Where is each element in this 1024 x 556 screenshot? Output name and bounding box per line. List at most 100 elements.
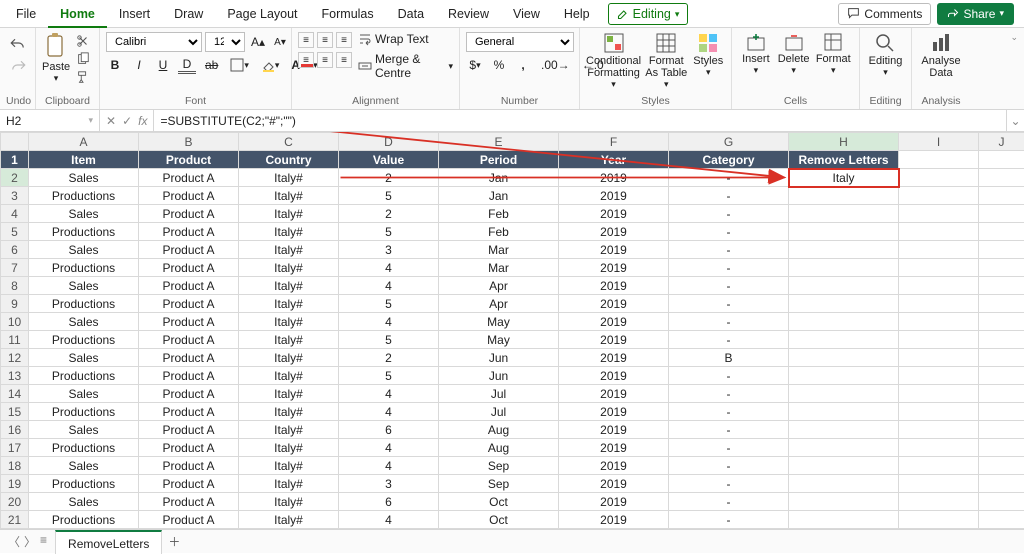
cell[interactable]: 5 xyxy=(339,187,439,205)
cell[interactable]: 4 xyxy=(339,259,439,277)
select-all-corner[interactable] xyxy=(1,133,29,151)
cell[interactable]: 2019 xyxy=(559,457,669,475)
cell[interactable]: Product A xyxy=(139,223,239,241)
cell[interactable]: Italy# xyxy=(239,439,339,457)
cell[interactable]: Italy# xyxy=(239,313,339,331)
cell[interactable]: May xyxy=(439,313,559,331)
cell[interactable]: Product A xyxy=(139,277,239,295)
font-size-select[interactable]: 12 xyxy=(205,32,245,52)
share-button[interactable]: Share ▾ xyxy=(937,3,1014,25)
cell[interactable]: - xyxy=(669,295,789,313)
cell[interactable]: Italy# xyxy=(239,421,339,439)
header-cell[interactable]: Category xyxy=(669,151,789,169)
cell[interactable]: Product A xyxy=(139,259,239,277)
cell[interactable] xyxy=(899,385,979,403)
cell[interactable] xyxy=(979,205,1024,223)
borders-button[interactable]: ▾ xyxy=(227,56,252,74)
cell[interactable] xyxy=(789,277,899,295)
cell[interactable] xyxy=(979,349,1024,367)
cell[interactable]: Product A xyxy=(139,439,239,457)
row-header[interactable]: 9 xyxy=(1,295,29,313)
currency-icon[interactable]: $▾ xyxy=(466,56,484,74)
header-cell[interactable] xyxy=(899,151,979,169)
number-format-select[interactable]: General xyxy=(466,32,574,52)
cell[interactable]: Sales xyxy=(29,385,139,403)
insert-cells-button[interactable]: Insert▾ xyxy=(738,32,774,76)
cell[interactable] xyxy=(979,295,1024,313)
tab-page-layout[interactable]: Page Layout xyxy=(215,0,309,28)
cell[interactable]: Italy# xyxy=(239,403,339,421)
column-header-C[interactable]: C xyxy=(239,133,339,151)
cell[interactable] xyxy=(899,421,979,439)
column-header-J[interactable]: J xyxy=(979,133,1024,151)
cell[interactable] xyxy=(899,223,979,241)
cell[interactable] xyxy=(899,295,979,313)
cell[interactable]: Productions xyxy=(29,187,139,205)
cell[interactable] xyxy=(789,331,899,349)
cell[interactable] xyxy=(979,403,1024,421)
tab-help[interactable]: Help xyxy=(552,0,602,28)
cell[interactable]: 2019 xyxy=(559,295,669,313)
sheet-nav-next-icon[interactable]: 〉 xyxy=(24,533,36,550)
cell[interactable]: Italy# xyxy=(239,475,339,493)
cell[interactable]: 5 xyxy=(339,367,439,385)
comments-button[interactable]: Comments xyxy=(838,3,931,25)
cell[interactable]: 2019 xyxy=(559,493,669,511)
cell[interactable]: 4 xyxy=(339,277,439,295)
row-header[interactable]: 11 xyxy=(1,331,29,349)
cell[interactable]: - xyxy=(669,223,789,241)
cell[interactable]: Product A xyxy=(139,187,239,205)
cell[interactable]: Sales xyxy=(29,205,139,223)
cell[interactable]: Apr xyxy=(439,277,559,295)
tab-formulas[interactable]: Formulas xyxy=(310,0,386,28)
cell[interactable]: Feb xyxy=(439,223,559,241)
cell[interactable]: 3 xyxy=(339,475,439,493)
cut-icon[interactable] xyxy=(76,34,90,48)
cell[interactable]: Product A xyxy=(139,403,239,421)
cell[interactable]: 2019 xyxy=(559,331,669,349)
align-middle-icon[interactable]: ≡ xyxy=(317,32,333,48)
cell[interactable] xyxy=(789,295,899,313)
header-cell[interactable]: Year xyxy=(559,151,669,169)
cell[interactable] xyxy=(899,367,979,385)
add-sheet-button[interactable]: ＋ xyxy=(162,533,186,550)
cell[interactable] xyxy=(899,403,979,421)
cell[interactable]: Italy# xyxy=(239,457,339,475)
undo-icon[interactable] xyxy=(9,36,27,50)
cell[interactable]: Productions xyxy=(29,439,139,457)
cell[interactable]: - xyxy=(669,457,789,475)
cell[interactable]: Product A xyxy=(139,295,239,313)
cell[interactable]: Product A xyxy=(139,457,239,475)
cell[interactable]: Italy# xyxy=(239,367,339,385)
cell[interactable]: 2019 xyxy=(559,223,669,241)
row-header[interactable]: 4 xyxy=(1,205,29,223)
cell[interactable]: 6 xyxy=(339,421,439,439)
cell[interactable]: 4 xyxy=(339,385,439,403)
cell[interactable]: Sales xyxy=(29,349,139,367)
column-header-E[interactable]: E xyxy=(439,133,559,151)
cell[interactable]: Productions xyxy=(29,475,139,493)
cell[interactable]: Italy# xyxy=(239,205,339,223)
cell[interactable]: 5 xyxy=(339,295,439,313)
header-cell[interactable]: Product xyxy=(139,151,239,169)
cell[interactable]: Product A xyxy=(139,205,239,223)
cell[interactable]: - xyxy=(669,403,789,421)
enter-formula-icon[interactable]: ✓ xyxy=(122,114,132,128)
cell[interactable] xyxy=(789,241,899,259)
tab-home[interactable]: Home xyxy=(48,0,107,28)
cell[interactable]: Italy# xyxy=(239,331,339,349)
cell[interactable] xyxy=(979,277,1024,295)
cell[interactable]: Sales xyxy=(29,277,139,295)
align-bottom-icon[interactable]: ≡ xyxy=(336,32,352,48)
cell[interactable] xyxy=(979,439,1024,457)
row-header[interactable]: 19 xyxy=(1,475,29,493)
cell[interactable] xyxy=(979,187,1024,205)
tab-view[interactable]: View xyxy=(501,0,552,28)
cell[interactable]: - xyxy=(669,475,789,493)
cell[interactable]: Product A xyxy=(139,169,239,187)
cell[interactable] xyxy=(789,403,899,421)
row-header[interactable]: 18 xyxy=(1,457,29,475)
cell[interactable]: Product A xyxy=(139,349,239,367)
cell[interactable] xyxy=(899,457,979,475)
redo-icon[interactable] xyxy=(9,58,27,72)
